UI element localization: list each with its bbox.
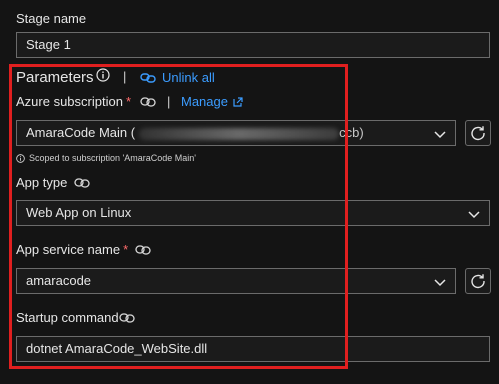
unlink-icon	[140, 72, 156, 83]
header-separator: |	[123, 69, 127, 84]
parameters-title: Parameters	[16, 69, 94, 86]
chevron-down-icon	[434, 131, 446, 139]
link-icon[interactable]	[135, 245, 151, 255]
link-icon[interactable]	[140, 97, 156, 107]
refresh-icon	[471, 274, 485, 289]
startup-command-label: Startup command	[16, 310, 119, 325]
required-mark: *	[123, 242, 129, 257]
app-service-name-select[interactable]: amaracode	[16, 268, 456, 294]
refresh-app-service-button[interactable]	[465, 268, 491, 294]
app-type-label: App type	[16, 175, 68, 190]
info-small-icon	[16, 153, 25, 163]
app-type-value: Web App on Linux	[26, 205, 132, 220]
scoped-note: Scoped to subscription 'AmaraCode Main'	[16, 153, 196, 163]
azure-subscription-value: AmaraCode Main (	[26, 125, 136, 140]
unlink-all-button[interactable]: Unlink all	[140, 70, 215, 85]
azure-subscription-select[interactable]: AmaraCode Main ( ccb)	[16, 120, 456, 146]
azure-subscription-value-end: ccb)	[339, 125, 364, 140]
stage-settings-panel: Stage name Stage 1 Parameters | Unlink a…	[0, 0, 499, 384]
chevron-down-icon	[434, 279, 446, 287]
link-icon[interactable]	[74, 178, 90, 188]
required-mark: *	[125, 94, 132, 109]
refresh-subscription-button[interactable]	[465, 120, 491, 146]
manage-label: Manage	[181, 94, 228, 109]
azure-subscription-label: Azure subscription *	[16, 94, 131, 110]
app-service-name-label-text: App service name	[16, 242, 121, 257]
unlink-all-label: Unlink all	[162, 70, 215, 85]
stage-name-label: Stage name	[16, 11, 87, 26]
subscription-separator: |	[167, 94, 171, 109]
link-icon[interactable]	[119, 313, 135, 323]
app-type-select[interactable]: Web App on Linux	[16, 200, 490, 226]
info-icon[interactable]	[96, 68, 110, 82]
app-service-name-label: App service name *	[16, 242, 128, 258]
stage-name-input[interactable]: Stage 1	[16, 32, 490, 58]
app-service-name-value: amaracode	[26, 273, 92, 288]
scoped-note-text: Scoped to subscription 'AmaraCode Main'	[29, 153, 197, 163]
redacted-subscription-id	[139, 127, 340, 140]
azure-subscription-label-text: Azure subscription	[16, 94, 123, 109]
manage-link[interactable]: Manage	[181, 94, 243, 109]
external-link-icon	[233, 96, 243, 107]
refresh-icon	[471, 126, 485, 141]
startup-command-input[interactable]: dotnet AmaraCode_WebSite.dll	[16, 336, 490, 362]
chevron-down-icon	[468, 211, 480, 219]
